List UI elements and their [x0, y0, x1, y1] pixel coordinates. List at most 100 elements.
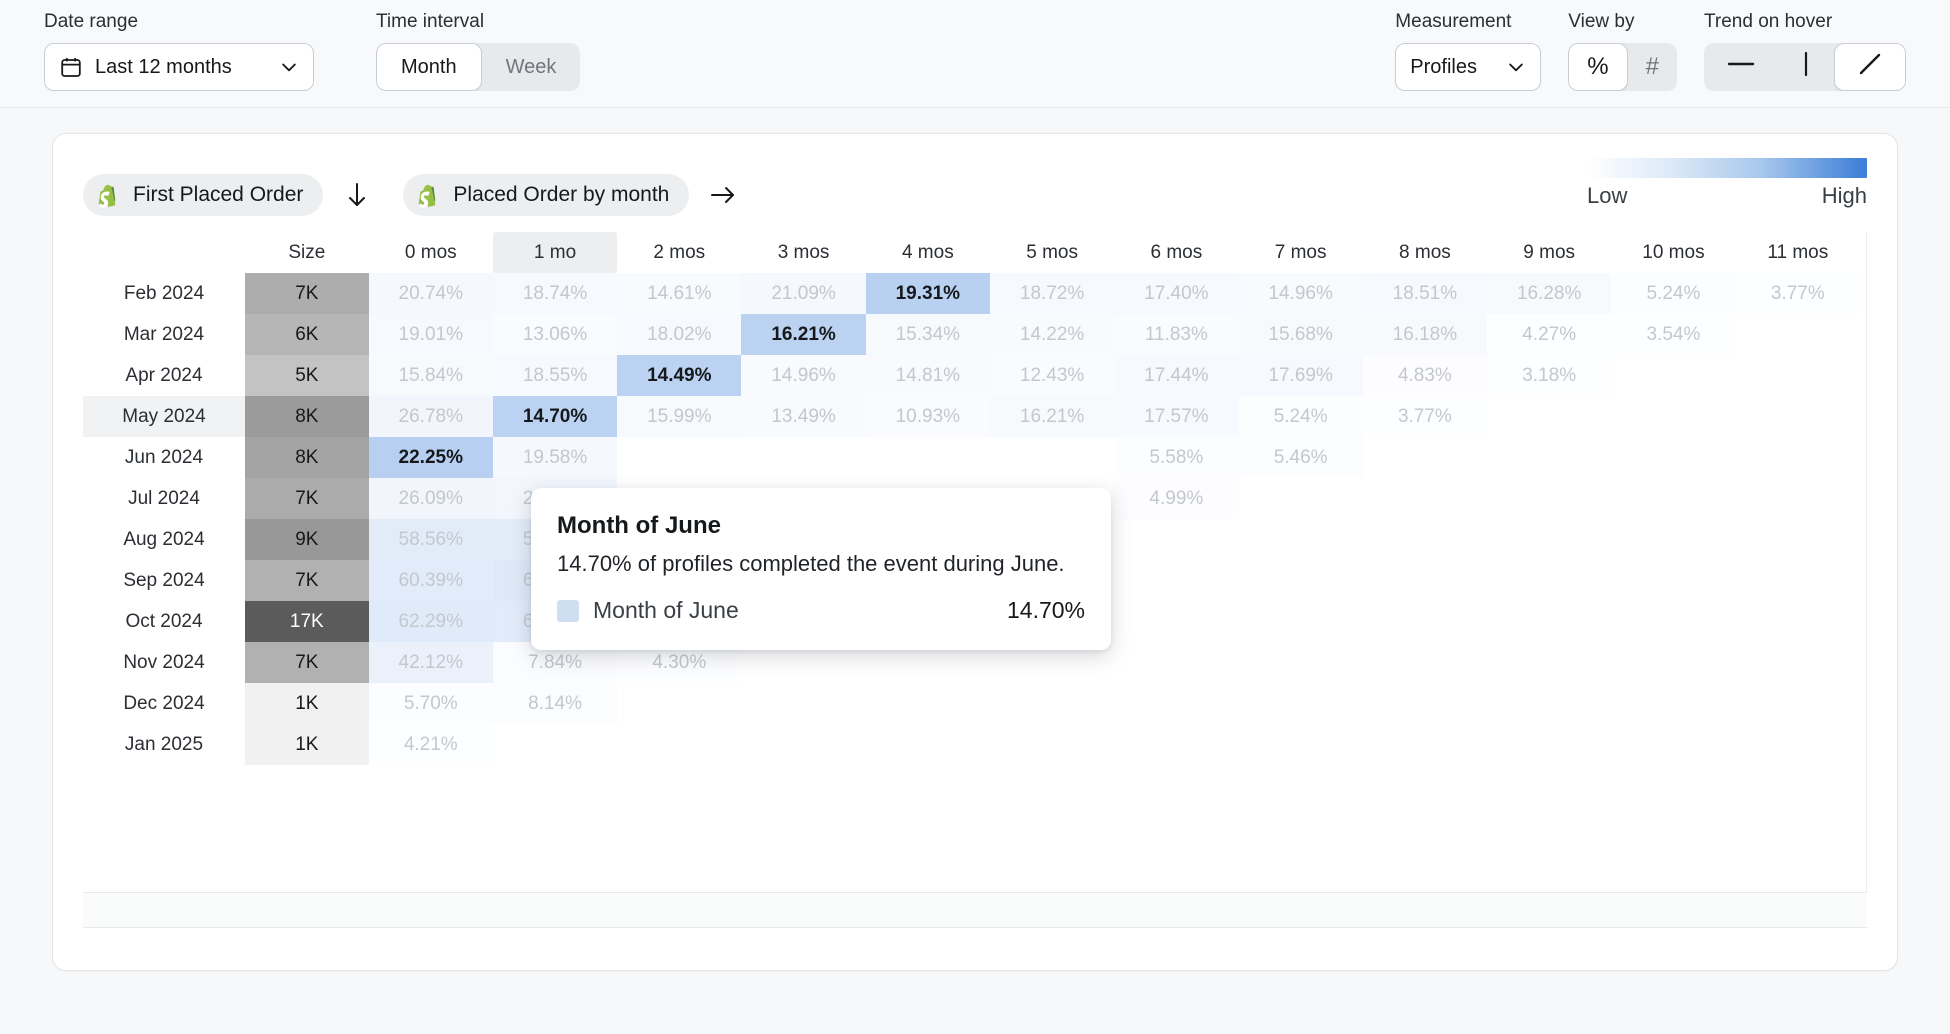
- heatmap-cell[interactable]: 16.21%: [990, 396, 1114, 437]
- heatmap-cell[interactable]: 14.96%: [1239, 273, 1363, 314]
- column-header-2-mos[interactable]: 2 mos: [617, 232, 741, 273]
- heatmap-cell[interactable]: 5.58%: [1114, 437, 1238, 478]
- view-by-option-count[interactable]: #: [1628, 43, 1677, 91]
- heatmap-cell[interactable]: 19.58%: [493, 437, 617, 478]
- heatmap-cell[interactable]: 4.99%: [1114, 478, 1238, 519]
- heatmap-cell[interactable]: 14.70%: [493, 396, 617, 437]
- row-label-mar-2024[interactable]: Mar 2024: [83, 314, 245, 355]
- heatmap-cell[interactable]: 3.77%: [1736, 273, 1860, 314]
- heatmap-cell[interactable]: 17.40%: [1114, 273, 1238, 314]
- heatmap-cell[interactable]: 16.28%: [1487, 273, 1611, 314]
- cohort-size-cell[interactable]: 1K: [245, 683, 369, 724]
- column-header-6-mos[interactable]: 6 mos: [1114, 232, 1238, 273]
- heatmap-cell[interactable]: 5.24%: [1611, 273, 1735, 314]
- cohort-size-cell[interactable]: 7K: [245, 478, 369, 519]
- heatmap-cell[interactable]: 17.44%: [1114, 355, 1238, 396]
- column-header-9-mos[interactable]: 9 mos: [1487, 232, 1611, 273]
- heatmap-cell[interactable]: 4.27%: [1487, 314, 1611, 355]
- heatmap-cell[interactable]: 19.01%: [369, 314, 493, 355]
- heatmap-cell[interactable]: 14.49%: [617, 355, 741, 396]
- trend-option-flat[interactable]: [1704, 43, 1778, 91]
- heatmap-cell[interactable]: 13.49%: [741, 396, 865, 437]
- heatmap-cell[interactable]: 18.72%: [990, 273, 1114, 314]
- column-header-1-mo[interactable]: 1 mo: [493, 232, 617, 273]
- heatmap-cell[interactable]: 5.46%: [1239, 437, 1363, 478]
- trend-option-slope[interactable]: [1834, 43, 1906, 91]
- cohort-size-cell[interactable]: 8K: [245, 437, 369, 478]
- heatmap-cell[interactable]: 17.69%: [1239, 355, 1363, 396]
- heatmap-cell[interactable]: 18.51%: [1363, 273, 1487, 314]
- column-header-8-mos[interactable]: 8 mos: [1363, 232, 1487, 273]
- heatmap-cell[interactable]: 16.21%: [741, 314, 865, 355]
- heatmap-cell[interactable]: 14.96%: [741, 355, 865, 396]
- row-label-jun-2024[interactable]: Jun 2024: [83, 437, 245, 478]
- row-label-jan-2025[interactable]: Jan 2025: [83, 724, 245, 765]
- measurement-select[interactable]: Profiles: [1395, 43, 1541, 91]
- row-label-may-2024[interactable]: May 2024: [83, 396, 245, 437]
- row-label-oct-2024[interactable]: Oct 2024: [83, 601, 245, 642]
- heatmap-cell[interactable]: 15.84%: [369, 355, 493, 396]
- heatmap-cell[interactable]: 26.09%: [369, 478, 493, 519]
- heatmap-cell[interactable]: 10.93%: [866, 396, 990, 437]
- chip-placed-order-by-month[interactable]: Placed Order by month: [403, 174, 689, 216]
- column-header-4-mos[interactable]: 4 mos: [866, 232, 990, 273]
- heatmap-cell[interactable]: 58.56%: [369, 519, 493, 560]
- row-label-apr-2024[interactable]: Apr 2024: [83, 355, 245, 396]
- row-label-jul-2024[interactable]: Jul 2024: [83, 478, 245, 519]
- column-header-size[interactable]: Size: [245, 232, 369, 273]
- cohort-size-cell[interactable]: 1K: [245, 724, 369, 765]
- row-label-feb-2024[interactable]: Feb 2024: [83, 273, 245, 314]
- heatmap-cell[interactable]: 14.81%: [866, 355, 990, 396]
- heatmap-cell[interactable]: 4.83%: [1363, 355, 1487, 396]
- heatmap-cell[interactable]: 15.68%: [1239, 314, 1363, 355]
- heatmap-cell[interactable]: 60.39%: [369, 560, 493, 601]
- heatmap-cell[interactable]: 22.25%: [369, 437, 493, 478]
- heatmap-cell[interactable]: 20.74%: [369, 273, 493, 314]
- chip-first-placed-order[interactable]: First Placed Order: [83, 174, 323, 216]
- column-header-10-mos[interactable]: 10 mos: [1611, 232, 1735, 273]
- heatmap-cell[interactable]: 18.55%: [493, 355, 617, 396]
- heatmap-cell[interactable]: 14.61%: [617, 273, 741, 314]
- column-header-5-mos[interactable]: 5 mos: [990, 232, 1114, 273]
- cohort-size-cell[interactable]: 9K: [245, 519, 369, 560]
- column-header-7-mos[interactable]: 7 mos: [1239, 232, 1363, 273]
- row-label-nov-2024[interactable]: Nov 2024: [83, 642, 245, 683]
- cohort-size-cell[interactable]: 8K: [245, 396, 369, 437]
- cohort-size-cell[interactable]: 6K: [245, 314, 369, 355]
- row-label-aug-2024[interactable]: Aug 2024: [83, 519, 245, 560]
- heatmap-cell[interactable]: 15.99%: [617, 396, 741, 437]
- column-header-11-mos[interactable]: 11 mos: [1736, 232, 1860, 273]
- time-interval-option-week[interactable]: Week: [482, 43, 581, 91]
- heatmap-cell[interactable]: 26.78%: [369, 396, 493, 437]
- date-range-select[interactable]: Last 12 months: [44, 43, 314, 91]
- heatmap-cell[interactable]: 15.34%: [866, 314, 990, 355]
- heatmap-cell[interactable]: 19.31%: [866, 273, 990, 314]
- heatmap-cell[interactable]: 42.12%: [369, 642, 493, 683]
- cohort-size-cell[interactable]: 17K: [245, 601, 369, 642]
- heatmap-cell[interactable]: 18.74%: [493, 273, 617, 314]
- cohort-size-cell[interactable]: 7K: [245, 560, 369, 601]
- heatmap-cell[interactable]: 16.18%: [1363, 314, 1487, 355]
- column-header-0-mos[interactable]: 0 mos: [369, 232, 493, 273]
- heatmap-cell[interactable]: 12.43%: [990, 355, 1114, 396]
- heatmap-cell[interactable]: 13.06%: [493, 314, 617, 355]
- heatmap-cell[interactable]: 17.57%: [1114, 396, 1238, 437]
- heatmap-cell[interactable]: 5.24%: [1239, 396, 1363, 437]
- heatmap-cell[interactable]: 3.18%: [1487, 355, 1611, 396]
- heatmap-cell[interactable]: 11.83%: [1114, 314, 1238, 355]
- heatmap-cell[interactable]: 8.14%: [493, 683, 617, 724]
- heatmap-cell[interactable]: 18.02%: [617, 314, 741, 355]
- view-by-option-percent[interactable]: %: [1568, 43, 1627, 91]
- time-interval-option-month[interactable]: Month: [376, 43, 482, 91]
- heatmap-cell[interactable]: 4.21%: [369, 724, 493, 765]
- horizontal-scrollbar[interactable]: [83, 892, 1867, 928]
- heatmap-cell[interactable]: 14.22%: [990, 314, 1114, 355]
- row-label-sep-2024[interactable]: Sep 2024: [83, 560, 245, 601]
- cohort-size-cell[interactable]: 7K: [245, 273, 369, 314]
- cohort-size-cell[interactable]: 5K: [245, 355, 369, 396]
- cohort-size-cell[interactable]: 7K: [245, 642, 369, 683]
- heatmap-cell[interactable]: 21.09%: [741, 273, 865, 314]
- column-header-3-mos[interactable]: 3 mos: [741, 232, 865, 273]
- heatmap-cell[interactable]: 62.29%: [369, 601, 493, 642]
- heatmap-cell[interactable]: 3.77%: [1363, 396, 1487, 437]
